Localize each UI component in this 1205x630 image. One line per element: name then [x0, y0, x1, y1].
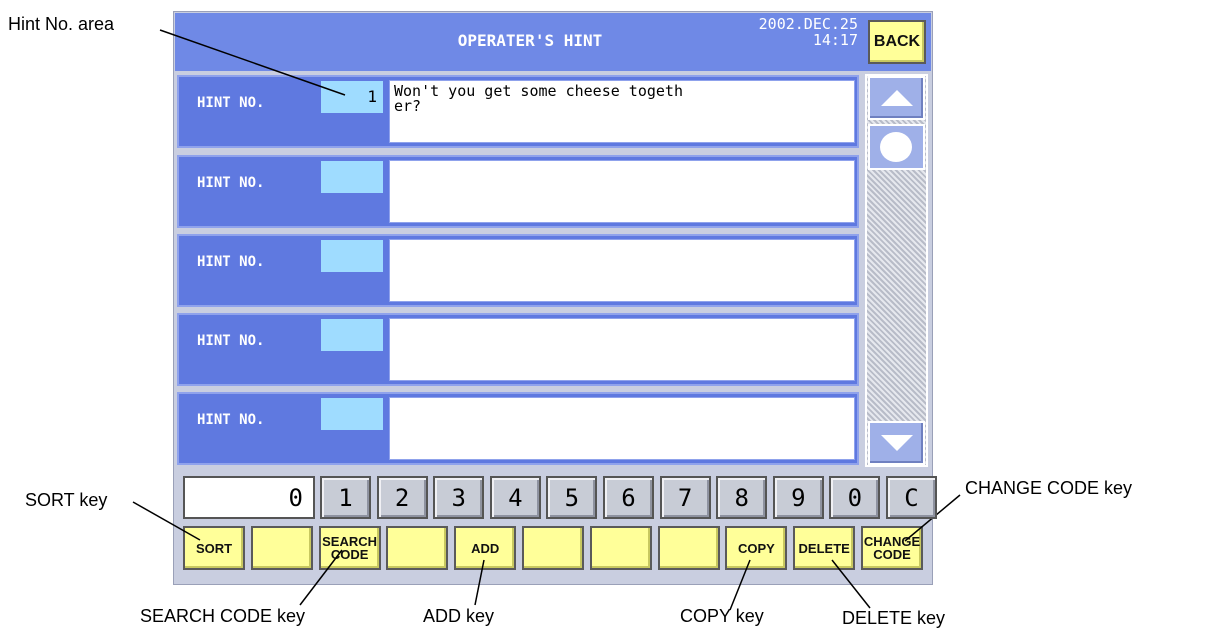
search-code-key-leader — [299, 549, 343, 606]
delete-key-leader — [831, 559, 871, 609]
sort-key-leader — [132, 501, 201, 541]
delete-key-annotation: DELETE key — [842, 608, 946, 628]
hint-no-area-leader — [159, 29, 346, 96]
key-0[interactable]: 0 — [829, 476, 881, 519]
hint-no-area-annotation: Hint No. area — [8, 14, 115, 34]
change-code-key-annotation: CHANGE CODE key — [965, 478, 1133, 498]
annotation-leaders — [132, 29, 961, 611]
copy-key-leader — [729, 559, 751, 611]
copy-key-annotation: COPY key — [680, 606, 764, 626]
clear-key[interactable]: C — [886, 476, 937, 519]
search-code-key-annotation: SEARCH CODE key — [140, 606, 306, 626]
sort-key-annotation: SORT key — [25, 490, 108, 510]
add-key-annotation: ADD key — [423, 606, 495, 626]
add-key-leader — [474, 559, 485, 606]
